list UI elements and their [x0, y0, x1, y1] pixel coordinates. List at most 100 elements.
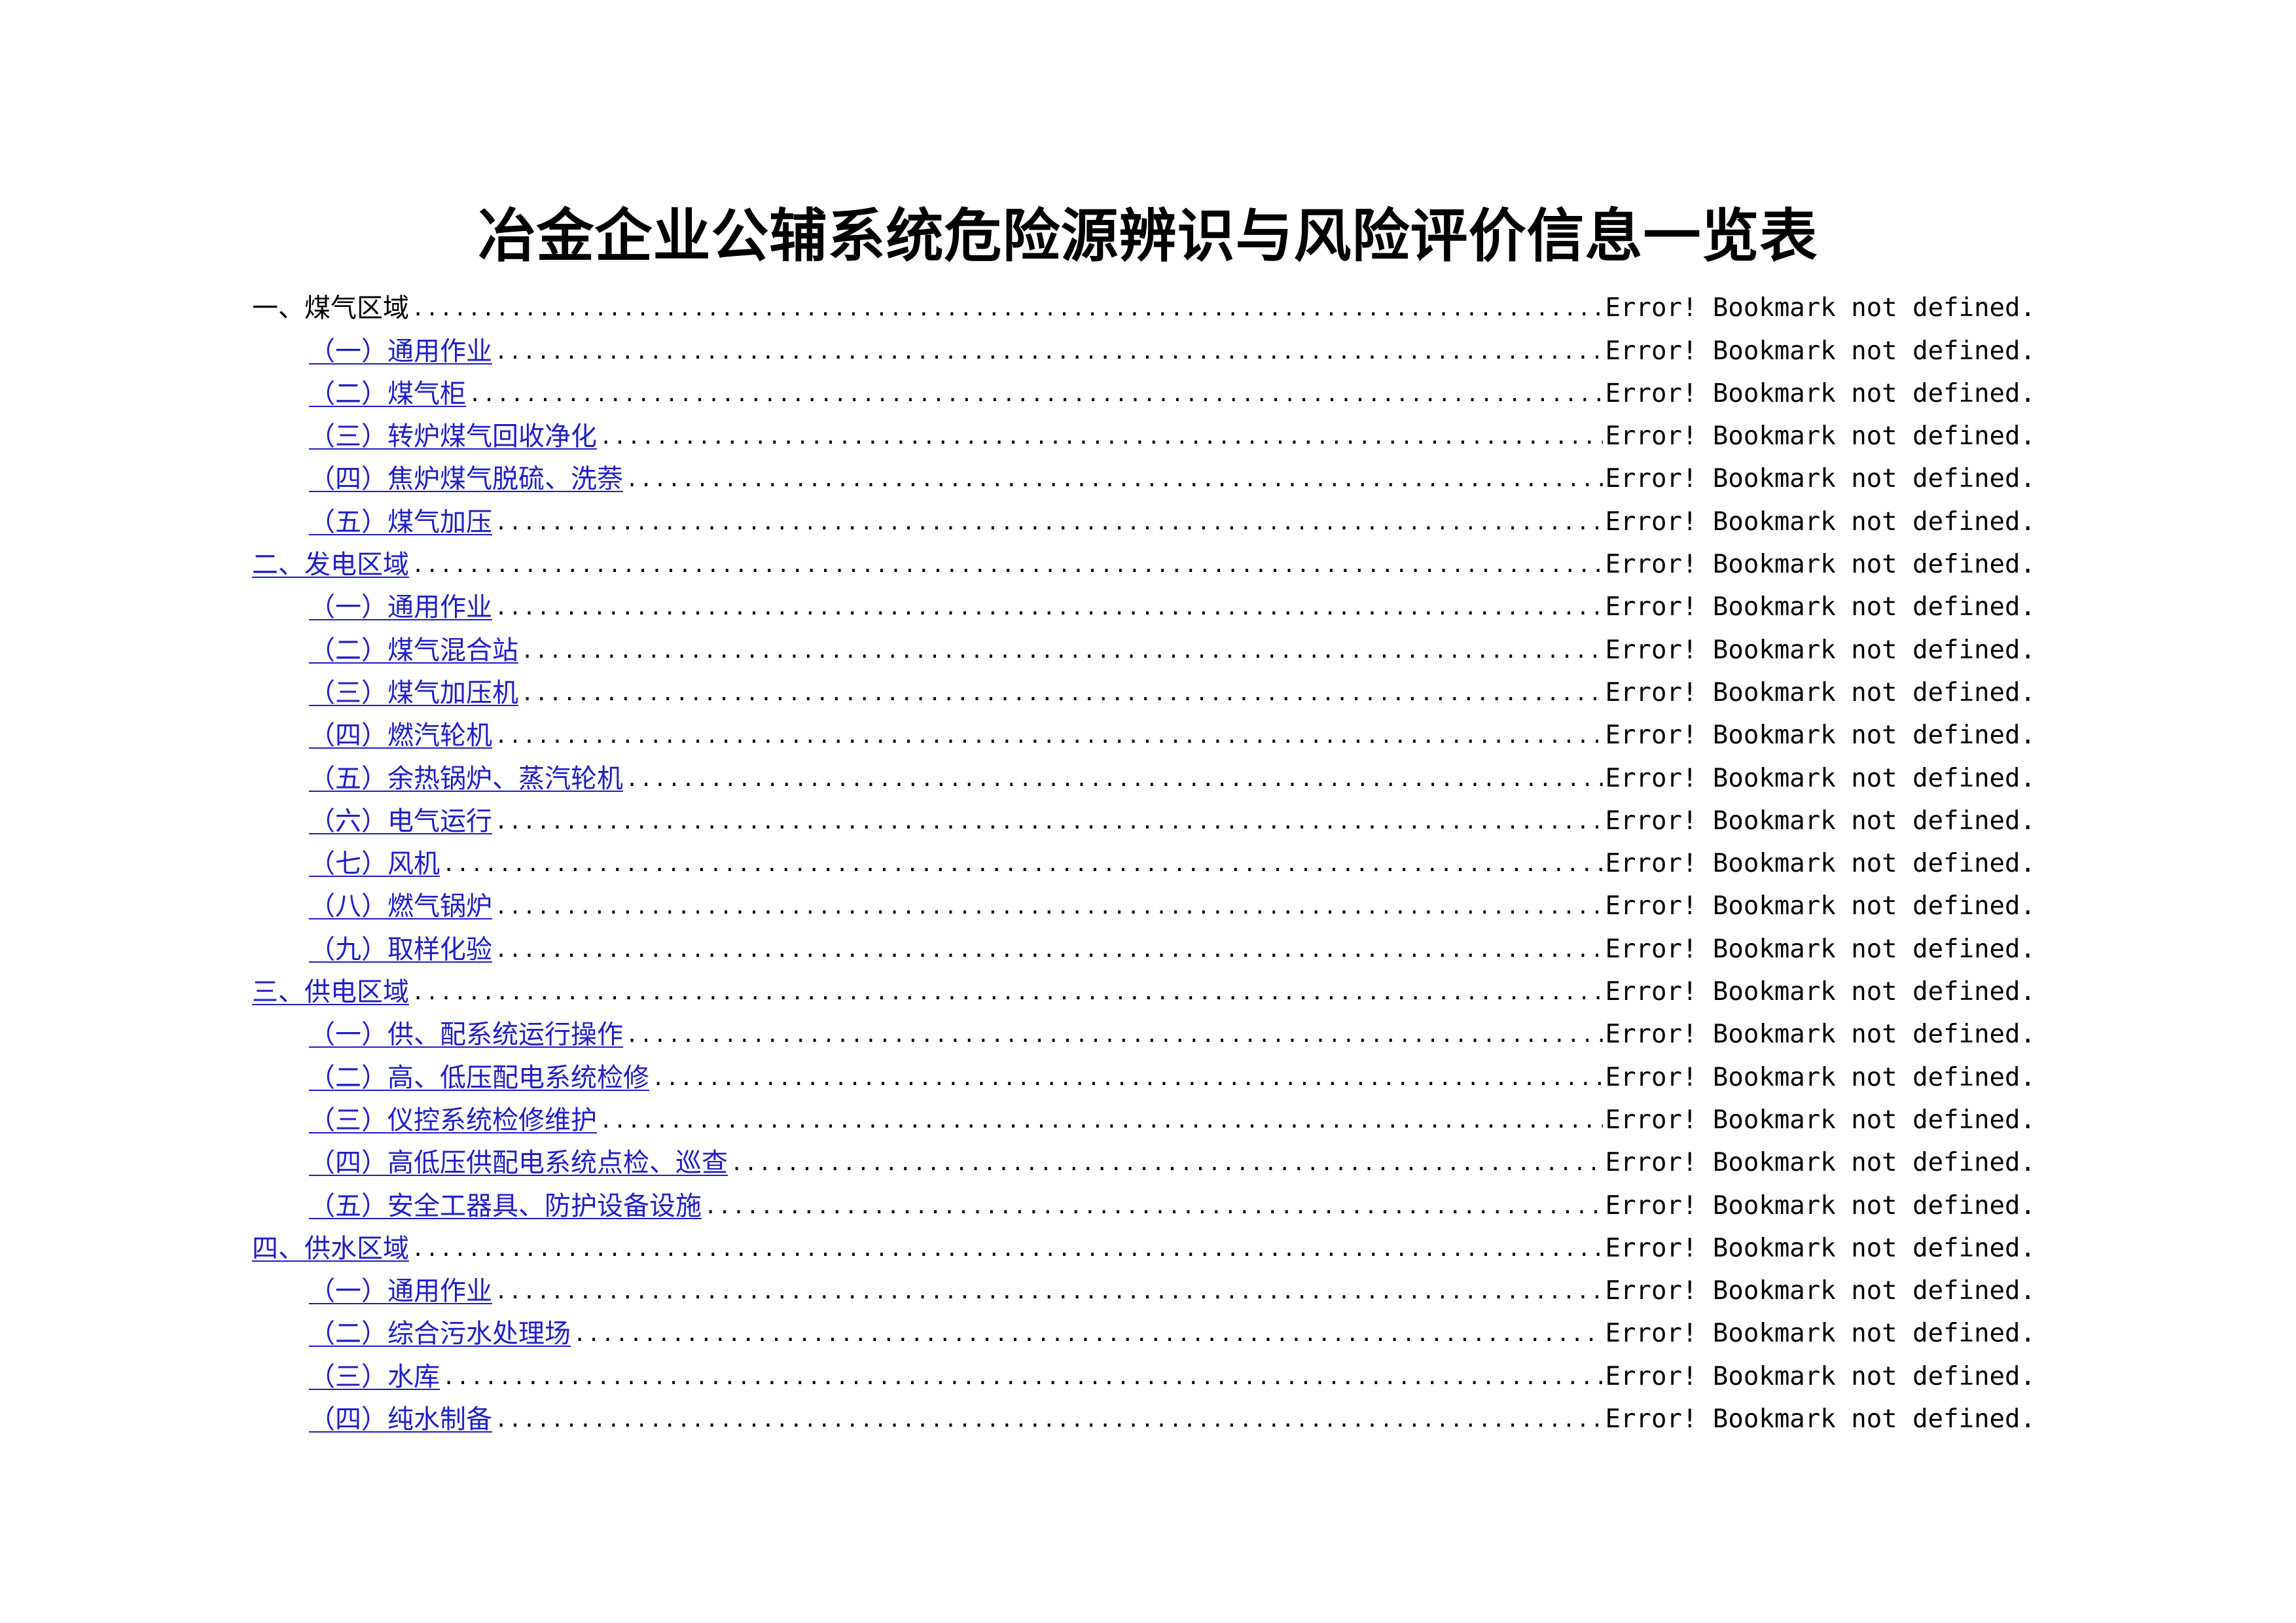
- toc-page-ref: Error! Bookmark not defined.: [1605, 934, 2036, 964]
- toc-item[interactable]: （一）供、配系统运行操作 Error! Bookmark not defined…: [252, 1008, 2036, 1051]
- toc-page-ref: Error! Bookmark not defined.: [1605, 1233, 2036, 1263]
- toc-item[interactable]: （九）取样化验 Error! Bookmark not defined.: [252, 923, 2036, 965]
- toc-page-ref: Error! Bookmark not defined.: [1605, 763, 2036, 793]
- toc-page-ref: Error! Bookmark not defined.: [1605, 1105, 2036, 1135]
- toc-leader-dots: [626, 463, 1603, 495]
- toc-item[interactable]: （五）安全工器具、防护设备设施 Error! Bookmark not defi…: [252, 1179, 2036, 1222]
- toc-leader-dots: [495, 335, 1603, 368]
- toc-item[interactable]: （四）高低压供配电系统点检、巡查 Error! Bookmark not def…: [252, 1137, 2036, 1179]
- toc-page-ref: Error! Bookmark not defined.: [1605, 336, 2036, 366]
- toc-page-ref: Error! Bookmark not defined.: [1605, 1276, 2036, 1306]
- toc-page-ref: Error! Bookmark not defined.: [1605, 1190, 2036, 1221]
- toc-link[interactable]: （四）焦炉煤气脱硫、洗萘: [309, 463, 623, 495]
- toc-link[interactable]: （四）燃汽轮机: [309, 719, 492, 752]
- toc-link[interactable]: （二）煤气混合站: [309, 634, 518, 667]
- toc-page-ref: Error! Bookmark not defined.: [1605, 1062, 2036, 1092]
- toc-link[interactable]: 三、供电区域: [252, 976, 409, 1008]
- toc-page-ref: Error! Bookmark not defined.: [1605, 1148, 2036, 1178]
- toc-link[interactable]: （一）供、配系统运行操作: [309, 1018, 623, 1051]
- toc-leader-dots: [469, 378, 1603, 410]
- toc-link[interactable]: （一）通用作业: [309, 335, 492, 368]
- toc-link[interactable]: 四、供水区域: [252, 1232, 409, 1265]
- toc-label: 一、煤气区域: [252, 293, 409, 324]
- toc-leader-dots: [521, 634, 1603, 667]
- toc-page-ref: Error! Bookmark not defined.: [1605, 891, 2036, 921]
- toc-leader-dots: [495, 805, 1603, 838]
- table-of-contents: 一、煤气区域 Error! Bookmark not defined. （一）通…: [252, 282, 2036, 1436]
- toc-leader-dots: [626, 762, 1603, 795]
- toc-link[interactable]: （三）仪控系统检修维护: [309, 1104, 597, 1137]
- toc-item[interactable]: （二）高、低压配电系统检修 Error! Bookmark not define…: [252, 1051, 2036, 1094]
- toc-item[interactable]: （六）电气运行 Error! Bookmark not defined.: [252, 795, 2036, 838]
- page-title: 冶金企业公辅系统危险源辨识与风险评价信息一览表: [478, 202, 1818, 270]
- toc-page-ref: Error! Bookmark not defined.: [1605, 293, 2036, 323]
- toc-item[interactable]: （一）通用作业 Error! Bookmark not defined.: [252, 581, 2036, 624]
- toc-leader-dots: [626, 1018, 1603, 1051]
- toc-page-ref: Error! Bookmark not defined.: [1605, 635, 2036, 665]
- toc-link[interactable]: （九）取样化验: [309, 933, 492, 966]
- toc-link[interactable]: （五）煤气加压: [309, 506, 492, 539]
- toc-page-ref: Error! Bookmark not defined.: [1605, 592, 2036, 622]
- toc-page-ref: Error! Bookmark not defined.: [1605, 1404, 2036, 1435]
- toc-item[interactable]: （二）煤气柜 Error! Bookmark not defined.: [252, 368, 2036, 410]
- toc-section-4[interactable]: 四、供水区域 Error! Bookmark not defined.: [252, 1222, 2036, 1265]
- toc-page-ref: Error! Bookmark not defined.: [1605, 849, 2036, 879]
- toc-link[interactable]: （三）煤气加压机: [309, 677, 518, 709]
- toc-item[interactable]: （五）余热锅炉、蒸汽轮机 Error! Bookmark not defined…: [252, 752, 2036, 794]
- toc-link[interactable]: （二）综合污水处理场: [309, 1317, 571, 1350]
- toc-leader-dots: [704, 1190, 1603, 1222]
- toc-link[interactable]: （八）燃气锅炉: [309, 890, 492, 923]
- toc-page-ref: Error! Bookmark not defined.: [1605, 550, 2036, 580]
- toc-item[interactable]: （二）煤气混合站 Error! Bookmark not defined.: [252, 624, 2036, 666]
- toc-link[interactable]: （三）水库: [309, 1361, 440, 1393]
- toc-link[interactable]: （二）高、低压配电系统检修: [309, 1061, 649, 1094]
- toc-leader-dots: [412, 548, 1603, 581]
- toc-leader-dots: [412, 1232, 1603, 1265]
- toc-section-3[interactable]: 三、供电区域 Error! Bookmark not defined.: [252, 966, 2036, 1008]
- toc-item[interactable]: （四）焦炉煤气脱硫、洗萘 Error! Bookmark not defined…: [252, 453, 2036, 495]
- toc-item[interactable]: （三）仪控系统检修维护 Error! Bookmark not defined.: [252, 1094, 2036, 1137]
- toc-link[interactable]: （五）安全工器具、防护设备设施: [309, 1190, 702, 1222]
- toc-section-2[interactable]: 二、发电区域 Error! Bookmark not defined.: [252, 539, 2036, 581]
- toc-leader-dots: [495, 1275, 1603, 1308]
- toc-link[interactable]: （一）通用作业: [309, 1275, 492, 1308]
- toc-leader-dots: [412, 976, 1603, 1008]
- toc-page-ref: Error! Bookmark not defined.: [1605, 806, 2036, 836]
- toc-page-ref: Error! Bookmark not defined.: [1605, 421, 2036, 452]
- toc-item[interactable]: （三）转炉煤气回收净化 Error! Bookmark not defined.: [252, 410, 2036, 453]
- toc-leader-dots: [412, 292, 1603, 325]
- toc-item[interactable]: （一）通用作业 Error! Bookmark not defined.: [252, 325, 2036, 367]
- toc-item[interactable]: （二）综合污水处理场 Error! Bookmark not defined.: [252, 1308, 2036, 1350]
- toc-page-ref: Error! Bookmark not defined.: [1605, 721, 2036, 751]
- toc-page-ref: Error! Bookmark not defined.: [1605, 1361, 2036, 1391]
- toc-link[interactable]: （二）煤气柜: [309, 378, 466, 410]
- toc-page-ref: Error! Bookmark not defined.: [1605, 464, 2036, 494]
- toc-leader-dots: [573, 1317, 1603, 1350]
- toc-item[interactable]: （五）煤气加压 Error! Bookmark not defined.: [252, 495, 2036, 538]
- toc-item[interactable]: （七）风机 Error! Bookmark not defined.: [252, 838, 2036, 880]
- toc-page-ref: Error! Bookmark not defined.: [1605, 977, 2036, 1007]
- toc-section-1[interactable]: 一、煤气区域 Error! Bookmark not defined.: [252, 282, 2036, 325]
- toc-leader-dots: [652, 1061, 1603, 1094]
- toc-page-ref: Error! Bookmark not defined.: [1605, 1020, 2036, 1050]
- toc-link[interactable]: 二、发电区域: [252, 548, 409, 581]
- toc-leader-dots: [495, 890, 1603, 923]
- toc-item[interactable]: （四）燃汽轮机 Error! Bookmark not defined.: [252, 709, 2036, 752]
- toc-link[interactable]: （三）转炉煤气回收净化: [309, 420, 597, 453]
- toc-leader-dots: [495, 719, 1603, 752]
- toc-item[interactable]: （四）纯水制备 Error! Bookmark not defined.: [252, 1393, 2036, 1436]
- toc-item[interactable]: （三）煤气加压机 Error! Bookmark not defined.: [252, 667, 2036, 709]
- toc-link[interactable]: （四）纯水制备: [309, 1403, 492, 1436]
- toc-item[interactable]: （八）燃气锅炉 Error! Bookmark not defined.: [252, 880, 2036, 923]
- toc-link[interactable]: （七）风机: [309, 847, 440, 880]
- toc-page-ref: Error! Bookmark not defined.: [1605, 378, 2036, 408]
- toc-link[interactable]: （一）通用作业: [309, 591, 492, 624]
- toc-link[interactable]: （五）余热锅炉、蒸汽轮机: [309, 762, 623, 795]
- toc-item[interactable]: （三）水库 Error! Bookmark not defined.: [252, 1350, 2036, 1393]
- toc-leader-dots: [495, 1403, 1603, 1436]
- toc-link[interactable]: （四）高低压供配电系统点检、巡查: [309, 1147, 728, 1179]
- toc-item[interactable]: （一）通用作业 Error! Bookmark not defined.: [252, 1265, 2036, 1308]
- toc-page-ref: Error! Bookmark not defined.: [1605, 507, 2036, 537]
- toc-link[interactable]: （六）电气运行: [309, 805, 492, 838]
- toc-page-ref: Error! Bookmark not defined.: [1605, 1319, 2036, 1349]
